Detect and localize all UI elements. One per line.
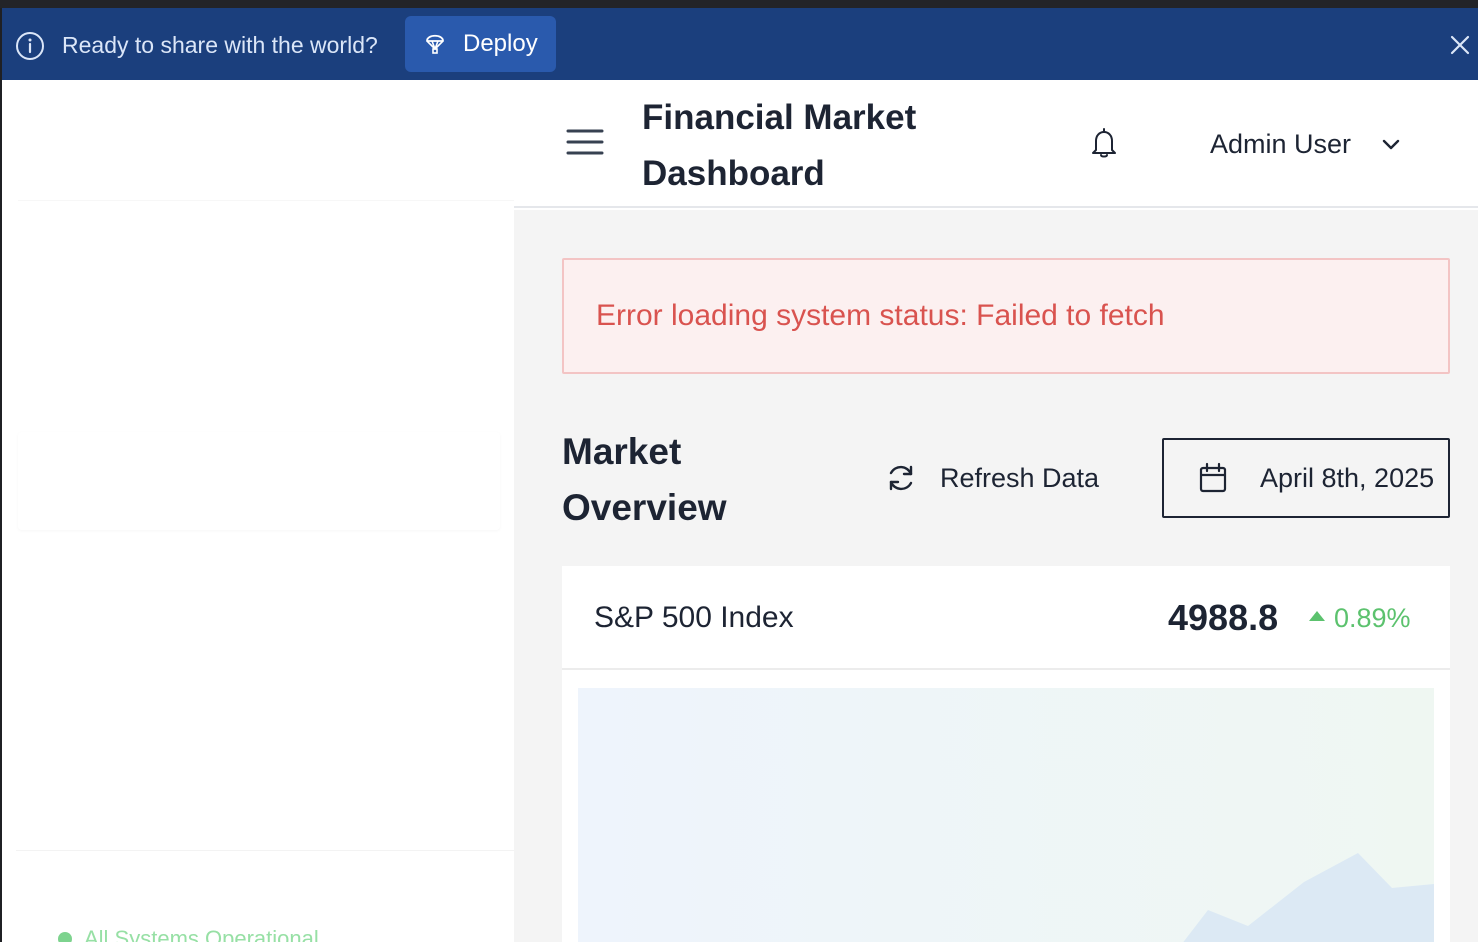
close-icon[interactable] xyxy=(1448,33,1472,57)
triangle-up-icon xyxy=(1309,611,1325,621)
calendar-icon xyxy=(1199,462,1227,493)
system-status: All Systems Operational xyxy=(58,926,319,942)
bell-icon[interactable] xyxy=(1088,126,1120,160)
index-value: 4988.8 xyxy=(1168,597,1279,638)
index-name: S&P 500 Index xyxy=(594,601,794,634)
index-card: S&P 500 Index 4988.8 0.89% xyxy=(562,566,1450,942)
user-menu[interactable]: Admin User xyxy=(1210,124,1403,164)
refresh-icon xyxy=(889,465,913,491)
index-card-header: S&P 500 Index 4988.8 0.89% xyxy=(562,566,1450,670)
deploy-banner: Ready to share with the world? Deploy xyxy=(2,8,1478,80)
deploy-button-label: Deploy xyxy=(463,30,538,57)
section-title: Market Overview xyxy=(562,431,727,528)
sidebar-divider xyxy=(18,200,514,201)
deploy-icon xyxy=(426,34,444,54)
index-change-percent: 0.89% xyxy=(1334,603,1411,633)
index-chart-area-shape xyxy=(1183,853,1434,942)
refresh-data-label: Refresh Data xyxy=(940,463,1100,493)
chevron-down-icon xyxy=(1382,139,1400,150)
app-container: All Systems Operational Financial Market… xyxy=(2,80,1478,942)
page-title: Financial Market Dashboard xyxy=(642,98,917,193)
status-dot-icon xyxy=(58,932,72,942)
selected-date: April 8th, 2025 xyxy=(1260,463,1435,493)
window-top-strip xyxy=(0,0,1478,8)
top-header: Financial Market Dashboard Admin User xyxy=(514,80,1478,208)
main-content: Error loading system status: Failed to f… xyxy=(514,210,1478,942)
error-alert: Error loading system status: Failed to f… xyxy=(562,258,1450,374)
sidebar-card xyxy=(18,432,500,530)
deploy-button[interactable]: Deploy xyxy=(405,16,556,72)
info-icon xyxy=(16,32,44,60)
sidebar: All Systems Operational xyxy=(2,80,514,942)
error-message: Error loading system status: Failed to f… xyxy=(596,299,1165,332)
menu-icon[interactable] xyxy=(566,126,604,158)
date-picker-button[interactable]: April 8th, 2025 xyxy=(1162,438,1450,518)
status-text: All Systems Operational xyxy=(84,926,319,942)
index-chart xyxy=(578,688,1434,942)
user-name: Admin User xyxy=(1210,129,1352,159)
banner-message: Ready to share with the world? xyxy=(62,32,378,58)
refresh-data-button[interactable]: Refresh Data xyxy=(884,456,1099,500)
sidebar-footer-divider xyxy=(16,850,514,851)
